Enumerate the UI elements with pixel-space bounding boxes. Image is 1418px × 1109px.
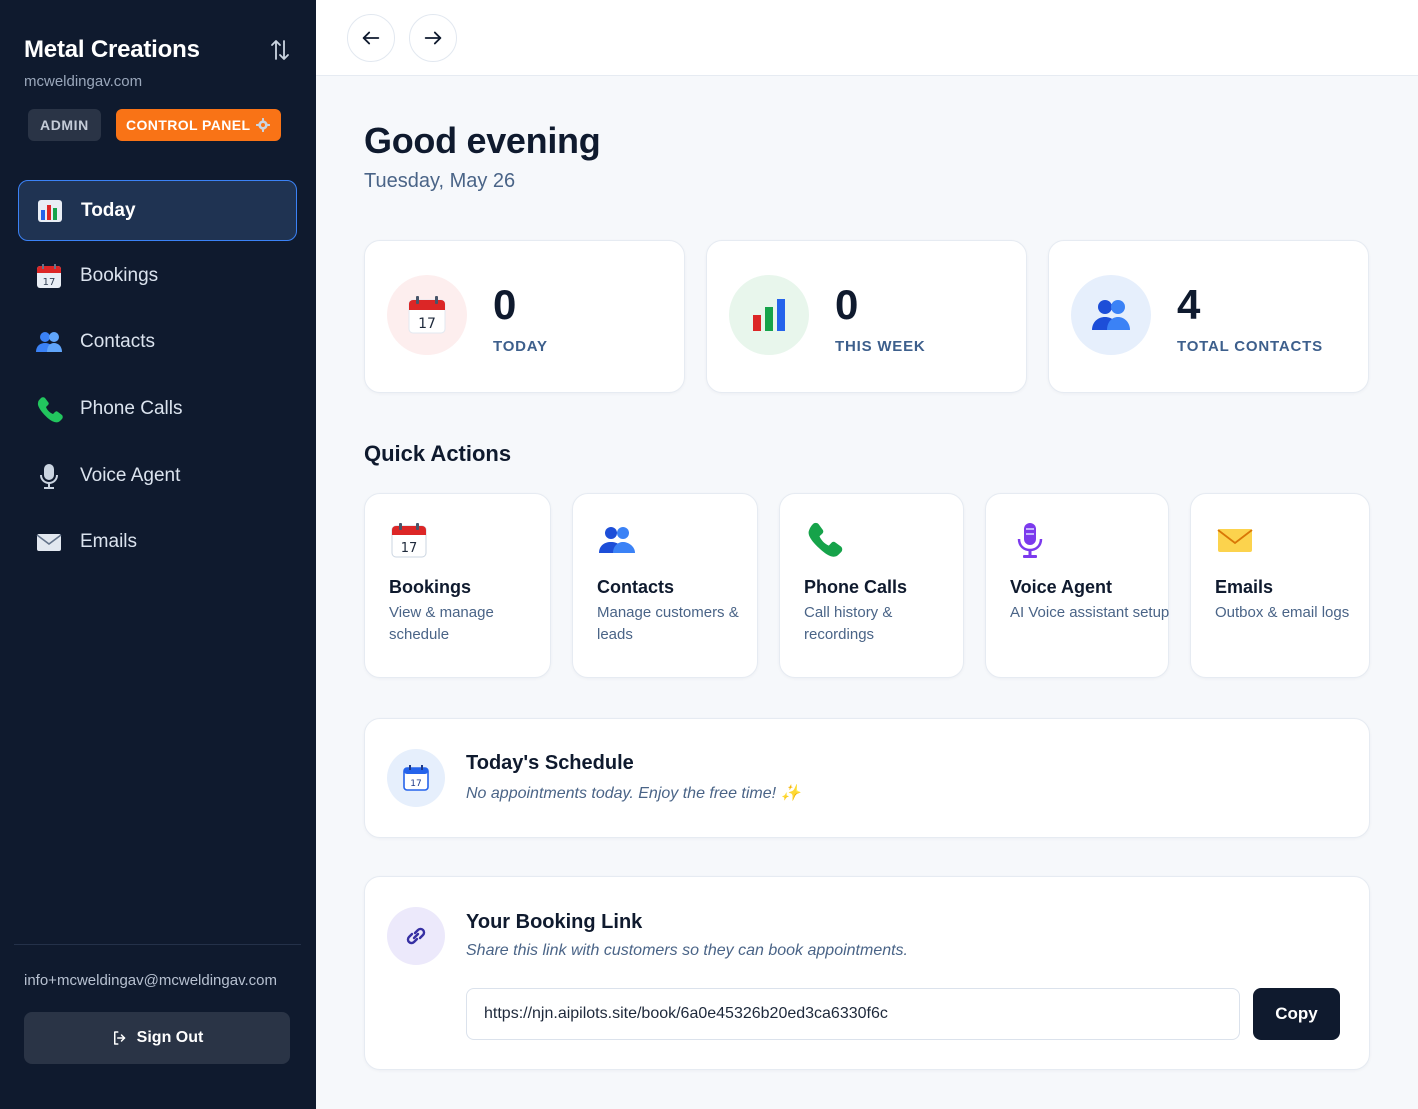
booking-link-panel: Your Booking Link Share this link with c… [364, 876, 1370, 1070]
arrow-left-icon [362, 31, 380, 45]
calendar-icon: 17 [387, 275, 467, 355]
stat-label: TODAY [493, 338, 548, 355]
user-email: info+mcweldingav@mcweldingav.com [24, 972, 277, 989]
sidebar-item-bookings[interactable]: 17 Bookings [18, 245, 297, 306]
page-title: Good evening [364, 120, 601, 161]
booking-link-input[interactable] [466, 988, 1240, 1040]
phone-icon [34, 394, 64, 424]
stat-value: 0 [493, 281, 517, 328]
envelope-icon [1215, 520, 1255, 560]
gear-icon [256, 118, 271, 132]
quick-action-voice-agent[interactable]: Voice Agent AI Voice assistant setup [985, 493, 1169, 678]
sidebar-item-label: Emails [80, 530, 138, 552]
quick-action-title: Bookings [389, 577, 472, 597]
current-date: Tuesday, May 26 [364, 170, 516, 192]
sidebar-item-label: Phone Calls [80, 397, 183, 419]
copy-button[interactable]: Copy [1253, 988, 1340, 1040]
brand-name: Metal Creations [24, 36, 200, 63]
quick-action-desc: Manage customers & leads [597, 604, 739, 643]
stat-card-today: 17 0 TODAY [364, 240, 685, 393]
microphone-icon [1010, 520, 1050, 560]
booking-link-title: Your Booking Link [466, 911, 643, 933]
calendar-icon: 17 [34, 261, 64, 291]
calendar-icon: 17 [389, 520, 429, 560]
sidebar: Metal Creations mcweldingav.com ADMIN CO… [0, 0, 316, 1109]
stat-label: TOTAL CONTACTS [1177, 338, 1323, 355]
svg-text:17: 17 [43, 277, 56, 288]
svg-text:17: 17 [401, 541, 418, 556]
forward-button[interactable] [409, 14, 457, 62]
booking-link-subtitle: Share this link with customers so they c… [466, 942, 908, 959]
bar-chart-icon [35, 196, 65, 226]
quick-action-title: Emails [1215, 577, 1274, 597]
sidebar-item-emails[interactable]: Emails [18, 511, 297, 572]
back-button[interactable] [347, 14, 395, 62]
users-icon [597, 520, 637, 560]
quick-action-desc: Call history & recordings [804, 604, 893, 643]
calendar-icon: 17 [387, 749, 445, 807]
quick-action-title: Contacts [597, 577, 675, 597]
quick-action-contacts[interactable]: Contacts Manage customers & leads [572, 493, 758, 678]
bar-chart-icon [729, 275, 809, 355]
quick-action-emails[interactable]: Emails Outbox & email logs [1190, 493, 1370, 678]
sign-out-label: Sign Out [136, 1029, 204, 1046]
quick-action-title: Phone Calls [804, 577, 908, 597]
quick-action-phone-calls[interactable]: Phone Calls Call history & recordings [779, 493, 964, 678]
sign-out-button[interactable]: Sign Out [24, 1012, 290, 1064]
svg-text:17: 17 [410, 779, 421, 789]
sidebar-item-phone-calls[interactable]: Phone Calls [18, 378, 297, 439]
todays-schedule-title: Today's Schedule [466, 752, 634, 774]
svg-text:17: 17 [418, 316, 436, 332]
sidebar-item-label: Bookings [80, 264, 159, 286]
todays-schedule-message: No appointments today. Enjoy the free ti… [466, 785, 801, 802]
control-panel-label: CONTROL PANEL [126, 117, 251, 133]
envelope-icon [34, 527, 64, 557]
sidebar-item-voice-agent[interactable]: Voice Agent [18, 445, 297, 506]
phone-icon [804, 520, 844, 560]
sidebar-divider [14, 944, 301, 945]
sign-out-icon [113, 1031, 125, 1045]
stat-value: 4 [1177, 281, 1201, 328]
todays-schedule-panel: 17 Today's Schedule No appointments toda… [364, 718, 1370, 838]
stat-card-this-week: 0 THIS WEEK [706, 240, 1027, 393]
control-panel-button[interactable]: CONTROL PANEL [116, 109, 282, 141]
admin-badge: ADMIN [28, 109, 101, 141]
arrow-right-icon [424, 31, 442, 45]
account-domain: mcweldingav.com [24, 73, 143, 90]
users-icon [34, 327, 64, 357]
sidebar-item-label: Contacts [80, 330, 155, 352]
quick-action-desc: View & manage schedule [389, 604, 494, 643]
stat-label: THIS WEEK [835, 338, 926, 355]
top-bar [316, 0, 1418, 76]
quick-action-desc: AI Voice assistant setup [1010, 604, 1170, 621]
sidebar-item-contacts[interactable]: Contacts [18, 311, 297, 372]
quick-action-bookings[interactable]: 17 Bookings View & manage schedule [364, 493, 551, 678]
sidebar-item-label: Voice Agent [80, 464, 181, 486]
quick-action-desc: Outbox & email logs [1215, 604, 1350, 621]
swap-icon[interactable] [268, 38, 292, 62]
sidebar-item-label: Today [81, 199, 136, 221]
microphone-icon [34, 461, 64, 491]
quick-action-title: Voice Agent [1010, 577, 1113, 597]
link-icon [387, 907, 445, 965]
sidebar-item-today[interactable]: Today [18, 180, 297, 241]
quick-actions-title: Quick Actions [364, 441, 512, 466]
stat-card-total-contacts: 4 TOTAL CONTACTS [1048, 240, 1369, 393]
stat-value: 0 [835, 281, 859, 328]
users-icon [1071, 275, 1151, 355]
